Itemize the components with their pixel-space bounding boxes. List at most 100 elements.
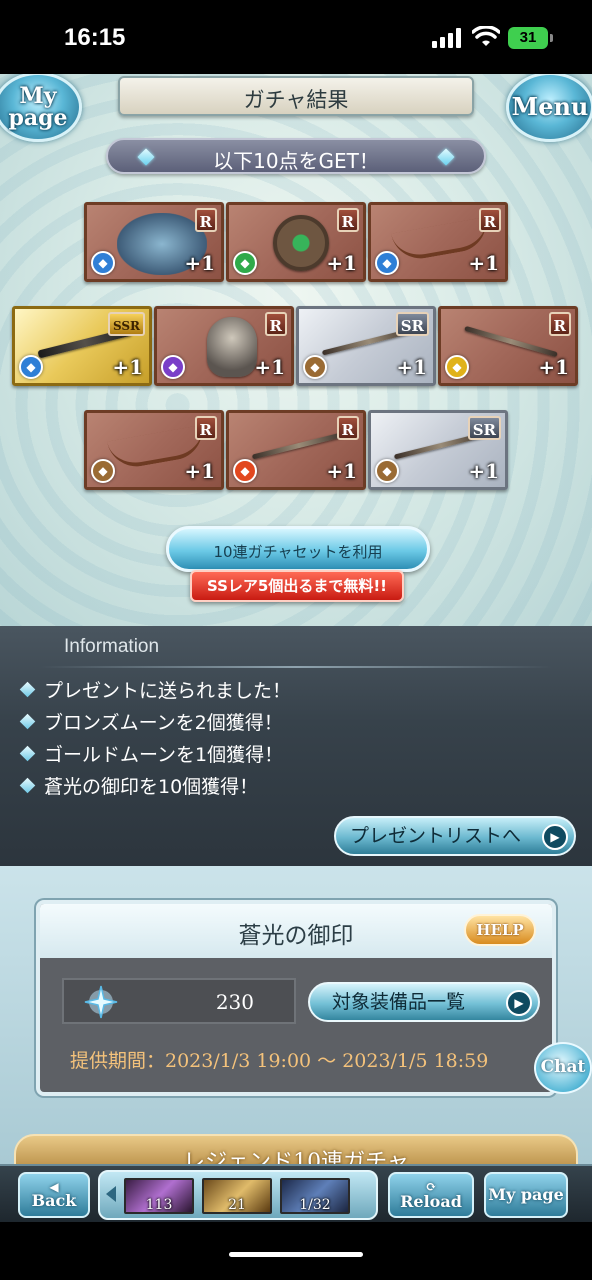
get-banner-text: 以下10点をGET！	[213, 149, 379, 173]
plus-count: +1	[184, 251, 215, 275]
rarity-badge: R	[194, 208, 217, 232]
wind-element-icon: ◆	[233, 251, 257, 275]
staff-art	[251, 431, 347, 460]
back-label: Back	[31, 1191, 77, 1210]
item-slot[interactable]: 1/32	[280, 1178, 350, 1214]
skull-mask-art	[207, 317, 257, 377]
rarity-badge: R	[336, 208, 359, 232]
clock: 16:15	[64, 24, 126, 51]
item-shortcut-strip: 113 21 1/32	[98, 1170, 378, 1220]
gacha-set-label: 10連ガチャセットを利用	[213, 543, 383, 561]
light-element-icon: ◆	[445, 355, 469, 379]
item-card[interactable]: SR ◆ +1	[296, 306, 436, 386]
water-element-icon: ◆	[375, 251, 399, 275]
plus-count: +1	[254, 355, 285, 379]
bullet-diamond-icon	[19, 777, 36, 794]
plus-count: +1	[184, 459, 215, 483]
header-bar: ガチャ結果	[118, 76, 474, 116]
free-until-ssr-tag[interactable]: SSレア5個出るまで無料!!	[190, 570, 404, 602]
item-info-area: 蒼光の御印 HELP 230 対象装備品一覧 ▶ 提供期間：2023/1/3 1…	[0, 866, 592, 1174]
chat-button[interactable]: Chat	[534, 1042, 592, 1094]
water-element-icon: ◆	[19, 355, 43, 379]
rarity-badge: SSR	[107, 312, 145, 336]
item-card[interactable]: R ◆ +1	[226, 202, 366, 282]
water-element-icon: ◆	[91, 251, 115, 275]
strip-left-arrow-icon[interactable]	[106, 1186, 116, 1202]
present-list-button[interactable]: プレゼントリストへ ▶	[334, 816, 576, 856]
home-indicator-area	[0, 1222, 592, 1280]
plus-count: +1	[112, 355, 143, 379]
item-card[interactable]: R ◆ +1	[84, 410, 224, 490]
rarity-badge: R	[548, 312, 571, 336]
earth-element-icon: ◆	[303, 355, 327, 379]
item-panel-header: 蒼光の御印 HELP	[40, 904, 552, 958]
arrow-right-icon: ▶	[542, 824, 568, 850]
target-equipment-list-button[interactable]: 対象装備品一覧 ▶	[308, 982, 540, 1022]
plus-count: +1	[326, 459, 357, 483]
page-title: ガチャ結果	[243, 88, 349, 112]
gacha-result-area: ガチャ結果 My page Menu 以下10点をGET！ R ◆ +1 R ◆…	[0, 74, 592, 626]
item-card[interactable]: SR ◆ +1	[368, 410, 508, 490]
info-line: 蒼光の御印を10個獲得！	[44, 776, 259, 798]
plus-count: +1	[538, 355, 569, 379]
mace-art	[464, 325, 558, 358]
earth-element-icon: ◆	[91, 459, 115, 483]
fire-element-icon: ◆	[233, 459, 257, 483]
item-count-box: 230	[62, 978, 296, 1024]
menu-button[interactable]: Menu	[506, 74, 592, 142]
info-line: プレゼントに送られました！	[44, 680, 292, 702]
information-section: Information プレゼントに送られました！ ブロンズムーンを2個獲得！ …	[0, 626, 592, 866]
rarity-badge: R	[264, 312, 287, 336]
target-equipment-list-label: 対象装備品一覧	[332, 991, 466, 1013]
help-button[interactable]: HELP	[464, 914, 536, 946]
item-count: 230	[215, 990, 254, 1014]
item-card[interactable]: R ◆ +1	[226, 410, 366, 490]
dark-element-icon: ◆	[161, 355, 185, 379]
item-slot[interactable]: 113	[124, 1178, 194, 1214]
battery-indicator: 31	[508, 27, 553, 49]
rarity-badge: R	[194, 416, 217, 440]
item-panel: 蒼光の御印 HELP 230 対象装備品一覧 ▶ 提供期間：2023/1/3 1…	[36, 900, 556, 1096]
item-card[interactable]: SSR ◆ +1	[12, 306, 152, 386]
home-indicator[interactable]	[229, 1252, 363, 1257]
wifi-icon	[472, 26, 500, 46]
blue-star-icon	[84, 985, 118, 1019]
item-card[interactable]: R ◆ +1	[368, 202, 508, 282]
plus-count: +1	[396, 355, 427, 379]
earth-element-icon: ◆	[375, 459, 399, 483]
reload-label: Reload	[400, 1191, 462, 1211]
bullet-diamond-icon	[19, 713, 36, 730]
cellular-signal-icon	[432, 28, 461, 48]
shield-art	[273, 215, 329, 271]
rarity-badge: R	[336, 416, 359, 440]
info-line: ゴールドムーンを1個獲得！	[44, 744, 284, 766]
item-card[interactable]: R ◆ +1	[438, 306, 578, 386]
bullet-diamond-icon	[19, 681, 36, 698]
item-slot-count: 113	[145, 1197, 173, 1213]
plus-count: +1	[468, 459, 499, 483]
present-list-label: プレゼントリストへ	[350, 825, 522, 847]
reload-button[interactable]: ⟳ Reload	[388, 1172, 474, 1218]
offer-period: 提供期間：2023/1/3 19:00 ～ 2023/1/5 18:59	[70, 1050, 489, 1072]
rarity-badge: SR	[395, 312, 429, 336]
mypage-bottom-button[interactable]: My page	[484, 1172, 568, 1218]
get-banner: 以下10点をGET！	[106, 138, 486, 174]
item-slot[interactable]: 21	[202, 1178, 272, 1214]
item-slot-count: 1/32	[299, 1197, 331, 1213]
item-card[interactable]: R ◆ +1	[154, 306, 294, 386]
rarity-badge: R	[478, 208, 501, 232]
plus-count: +1	[326, 251, 357, 275]
back-button[interactable]: ◀ Back	[18, 1172, 90, 1218]
arrow-right-icon: ▶	[506, 990, 532, 1016]
item-card[interactable]: R ◆ +1	[84, 202, 224, 282]
mypage-button[interactable]: My page	[0, 74, 82, 142]
rarity-badge: SR	[467, 416, 501, 440]
status-bar: 16:15 31	[0, 0, 592, 74]
gacha-set-button[interactable]: 10連ガチャセットを利用	[166, 526, 430, 572]
divider	[40, 666, 552, 668]
info-line: ブロンズムーンを2個獲得！	[44, 712, 283, 734]
bullet-diamond-icon	[19, 745, 36, 762]
bottom-nav-bar: ◀ Back 113 21 1/32 ⟳ Reload My page	[0, 1164, 592, 1222]
item-slot-count: 21	[228, 1197, 246, 1213]
plus-count: +1	[468, 251, 499, 275]
